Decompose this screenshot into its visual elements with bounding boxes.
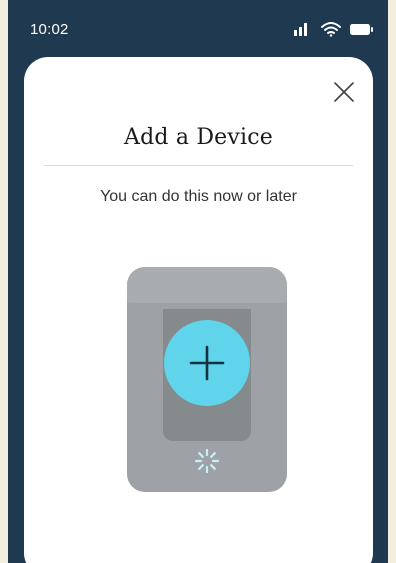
device-illustration [127,267,287,492]
add-device-button[interactable] [164,320,250,406]
status-bar: 10:02 [8,0,388,56]
signal-icon [294,23,307,36]
add-device-sheet: Add a Device You can do this now or late… [24,57,373,563]
device-rim [127,267,287,303]
divider [44,165,353,166]
close-button[interactable] [329,77,359,107]
wifi-icon [321,22,341,37]
plus-icon [189,345,225,381]
battery-icon [350,24,373,35]
status-time: 10:02 [30,21,69,38]
status-icons [290,20,380,38]
phone-screen: 10:02 Add a Device You can do this now o… [8,0,388,563]
close-icon [334,82,354,102]
page-title: Add a Device [123,125,274,150]
subtitle: You can do this now or later [100,188,297,205]
device-led-icon [194,448,220,474]
